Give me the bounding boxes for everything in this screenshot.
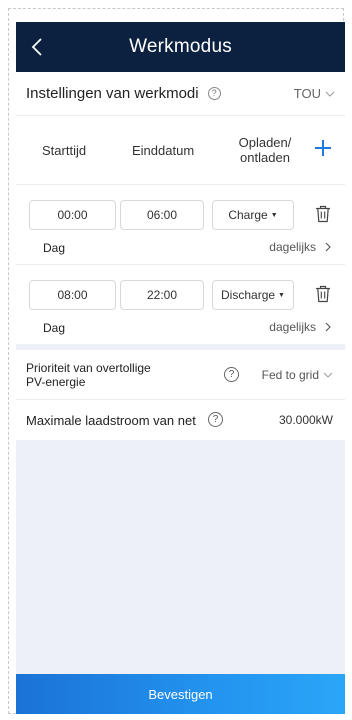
time-slot-1: 00:00 06:00 Charge ▼ Dag dagelijks (16, 184, 345, 264)
max-grid-charge-label: Maximale laadstroom van net (26, 412, 196, 428)
schedule-header: Starttijd Einddatum Opladen/ ontladen (16, 116, 345, 184)
frequency-value: dagelijks (269, 240, 316, 254)
end-date-column-header: Einddatum (132, 142, 195, 158)
trash-icon[interactable] (315, 205, 331, 223)
frequency-selector[interactable]: dagelijks (269, 320, 332, 334)
settings-card: Instellingen van werkmodi ? TOU Starttij… (16, 72, 345, 344)
page-title: Werkmodus (129, 36, 232, 57)
add-slot-plus-icon[interactable] (313, 138, 333, 158)
day-label: Dag (43, 241, 66, 255)
day-label: Dag (43, 321, 66, 335)
extra-settings-card: Prioriteit van overtollige PV-energie ? … (16, 350, 345, 440)
charge-header-line1: Opladen/ (238, 135, 292, 150)
dropdown-triangle-icon: ▼ (278, 291, 285, 299)
chevron-down-icon (323, 372, 333, 378)
pv-priority-label-line2: PV-energie (26, 374, 86, 389)
start-time-field[interactable]: 00:00 (29, 200, 116, 230)
mode-value: Charge (228, 208, 268, 222)
end-time-field[interactable]: 22:00 (120, 280, 204, 310)
help-icon[interactable]: ? (207, 87, 221, 100)
charge-column-header: Opladen/ ontladen (234, 135, 296, 165)
charge-header-line2: ontladen (240, 150, 290, 165)
top-bar: Werkmodus (16, 22, 345, 72)
work-mode-row[interactable]: Instellingen van werkmodi ? TOU (16, 72, 345, 116)
mode-dropdown[interactable]: Charge ▼ (212, 200, 294, 230)
work-mode-value: TOU (293, 86, 321, 101)
pv-priority-label: Prioriteit van overtollige PV-energie (26, 361, 206, 389)
confirm-button[interactable]: Bevestigen (16, 674, 345, 714)
max-grid-charge-value[interactable]: 30.000kW (279, 413, 333, 427)
pv-priority-select[interactable]: Fed to grid (262, 368, 333, 382)
max-grid-charge-row[interactable]: Maximale laadstroom van net ? 30.000kW (16, 400, 345, 440)
pv-priority-value: Fed to grid (261, 368, 319, 382)
frequency-value: dagelijks (269, 320, 316, 334)
help-icon[interactable]: ? (208, 412, 223, 427)
help-icon[interactable]: ? (224, 367, 239, 382)
back-arrow-icon[interactable] (26, 35, 50, 59)
mode-value: Discharge (221, 288, 276, 302)
dropdown-triangle-icon: ▼ (270, 211, 278, 219)
pv-priority-row[interactable]: Prioriteit van overtollige PV-energie ? … (16, 350, 345, 400)
chevron-right-icon (325, 242, 331, 252)
chevron-down-icon (325, 91, 335, 97)
mode-dropdown[interactable]: Discharge ▼ (212, 280, 294, 310)
app-screen: Werkmodus Instellingen van werkmodi ? TO… (16, 22, 345, 714)
start-time-column-header: Starttijd (42, 142, 87, 158)
work-mode-select[interactable]: TOU (294, 86, 335, 101)
pv-priority-label-line1: Prioriteit van overtollige (26, 360, 151, 375)
time-slot-2: 08:00 22:00 Discharge ▼ Dag dagelijks (16, 264, 345, 344)
work-mode-label: Instellingen van werkmodi (26, 85, 199, 102)
chevron-right-icon (325, 322, 331, 332)
frequency-selector[interactable]: dagelijks (269, 240, 332, 254)
trash-icon[interactable] (315, 285, 331, 303)
end-time-field[interactable]: 06:00 (120, 200, 204, 230)
start-time-field[interactable]: 08:00 (29, 280, 116, 310)
